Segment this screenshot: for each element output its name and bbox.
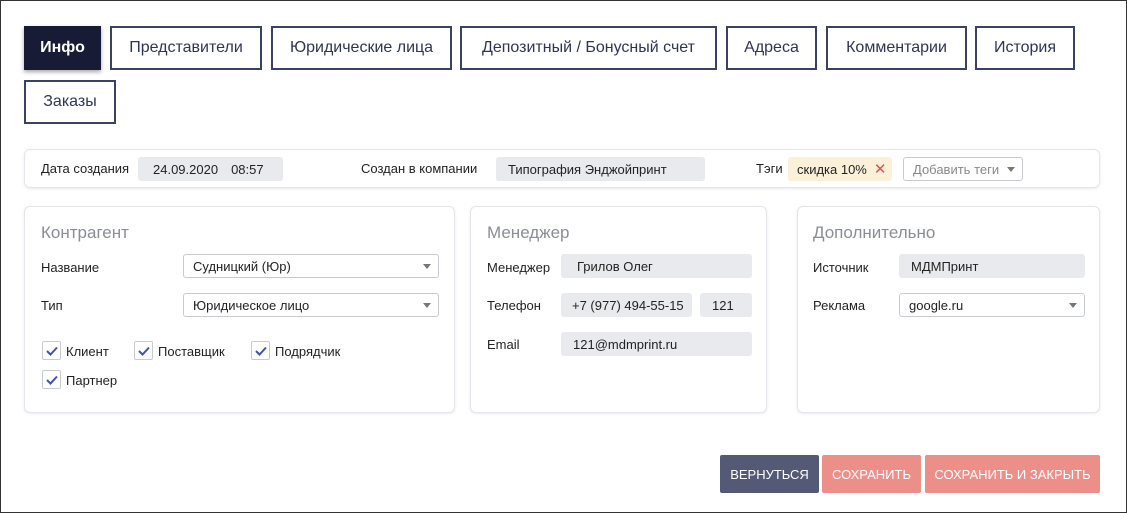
created-company-label: Создан в компании: [361, 161, 478, 176]
back-button[interactable]: ВЕРНУТЬСЯ: [720, 455, 819, 493]
check-icon: [46, 375, 58, 385]
extra-card: Дополнительно Источник МДМПринт Реклама …: [797, 206, 1100, 413]
tab-deposit-bonus[interactable]: Депозитный / Бонусный счет: [460, 26, 717, 70]
partner-checkbox[interactable]: [42, 370, 61, 389]
manager-label: Менеджер: [487, 260, 551, 275]
tag-remove-icon[interactable]: ✕: [874, 160, 887, 178]
add-tags-select[interactable]: Добавить теги: [903, 157, 1023, 181]
supplier-label: Поставщик: [158, 344, 225, 359]
ads-value: google.ru: [909, 297, 964, 313]
tab-orders[interactable]: Заказы: [24, 80, 116, 124]
check-icon: [138, 346, 150, 356]
check-icon: [46, 346, 58, 356]
name-label: Название: [41, 260, 100, 275]
tab-comments[interactable]: Комментарии: [826, 26, 967, 70]
chevron-down-icon: [423, 303, 431, 308]
source-value: МДМПринт: [899, 254, 1085, 278]
email-value: 121@mdmprint.ru: [561, 332, 752, 356]
supplier-checkbox[interactable]: [134, 341, 153, 360]
chevron-down-icon: [423, 264, 431, 269]
chevron-down-icon: [1007, 167, 1015, 172]
tab-legal-entities[interactable]: Юридические лица: [271, 26, 452, 70]
manager-card: Менеджер Менеджер Грилов Олег Телефон +7…: [470, 206, 767, 413]
name-select[interactable]: Судницкий (Юр): [183, 254, 439, 278]
extra-title: Дополнительно: [813, 223, 936, 242]
phone-value: +7 (977) 494-55-15: [561, 293, 692, 317]
type-value: Юридическое лицо: [193, 297, 310, 313]
created-company-value: Типография Энджойпринт: [496, 157, 705, 181]
type-select[interactable]: Юридическое лицо: [183, 293, 439, 317]
source-label: Источник: [813, 260, 869, 275]
created-date: 24.09.2020: [153, 161, 219, 177]
manager-value: Грилов Олег: [561, 254, 752, 278]
tag-chip: скидка 10% ✕: [788, 157, 893, 181]
phone-label: Телефон: [487, 298, 541, 313]
name-value: Судницкий (Юр): [193, 258, 291, 274]
tags-label: Тэги: [756, 161, 783, 176]
chevron-down-icon: [1069, 303, 1077, 308]
contractor-checkbox[interactable]: [251, 341, 270, 360]
email-label: Email: [487, 337, 520, 352]
ads-select[interactable]: google.ru: [899, 293, 1085, 317]
counterparty-title: Контрагент: [41, 223, 129, 242]
tab-history[interactable]: История: [975, 26, 1075, 70]
created-date-label: Дата создания: [41, 161, 130, 176]
contractor-label: Подрядчик: [275, 344, 341, 359]
tab-info[interactable]: Инфо: [24, 26, 101, 70]
type-label: Тип: [41, 298, 63, 313]
save-and-close-button[interactable]: СОХРАНИТЬ И ЗАКРЫТЬ: [925, 455, 1100, 493]
manager-title: Менеджер: [487, 223, 570, 242]
tab-representatives[interactable]: Представители: [110, 26, 262, 70]
tab-addresses[interactable]: Адреса: [726, 26, 817, 70]
ads-label: Реклама: [813, 298, 866, 313]
created-datetime: 24.09.2020 08:57: [138, 157, 283, 181]
phone-extension: 121: [700, 293, 752, 317]
tag-label: скидка 10%: [797, 161, 867, 177]
client-checkbox[interactable]: [42, 341, 61, 360]
client-label: Клиент: [66, 344, 109, 359]
info-bar: Дата создания 24.09.2020 08:57 Создан в …: [24, 149, 1100, 188]
page-frame: Инфо Представители Юридические лица Депо…: [0, 0, 1127, 513]
save-button[interactable]: СОХРАНИТЬ: [822, 455, 921, 493]
partner-label: Партнер: [66, 373, 118, 388]
created-time: 08:57: [231, 161, 264, 177]
check-icon: [255, 346, 267, 356]
counterparty-card: Контрагент Название Судницкий (Юр) Тип Ю…: [24, 206, 455, 413]
add-tags-placeholder: Добавить теги: [913, 161, 1000, 177]
